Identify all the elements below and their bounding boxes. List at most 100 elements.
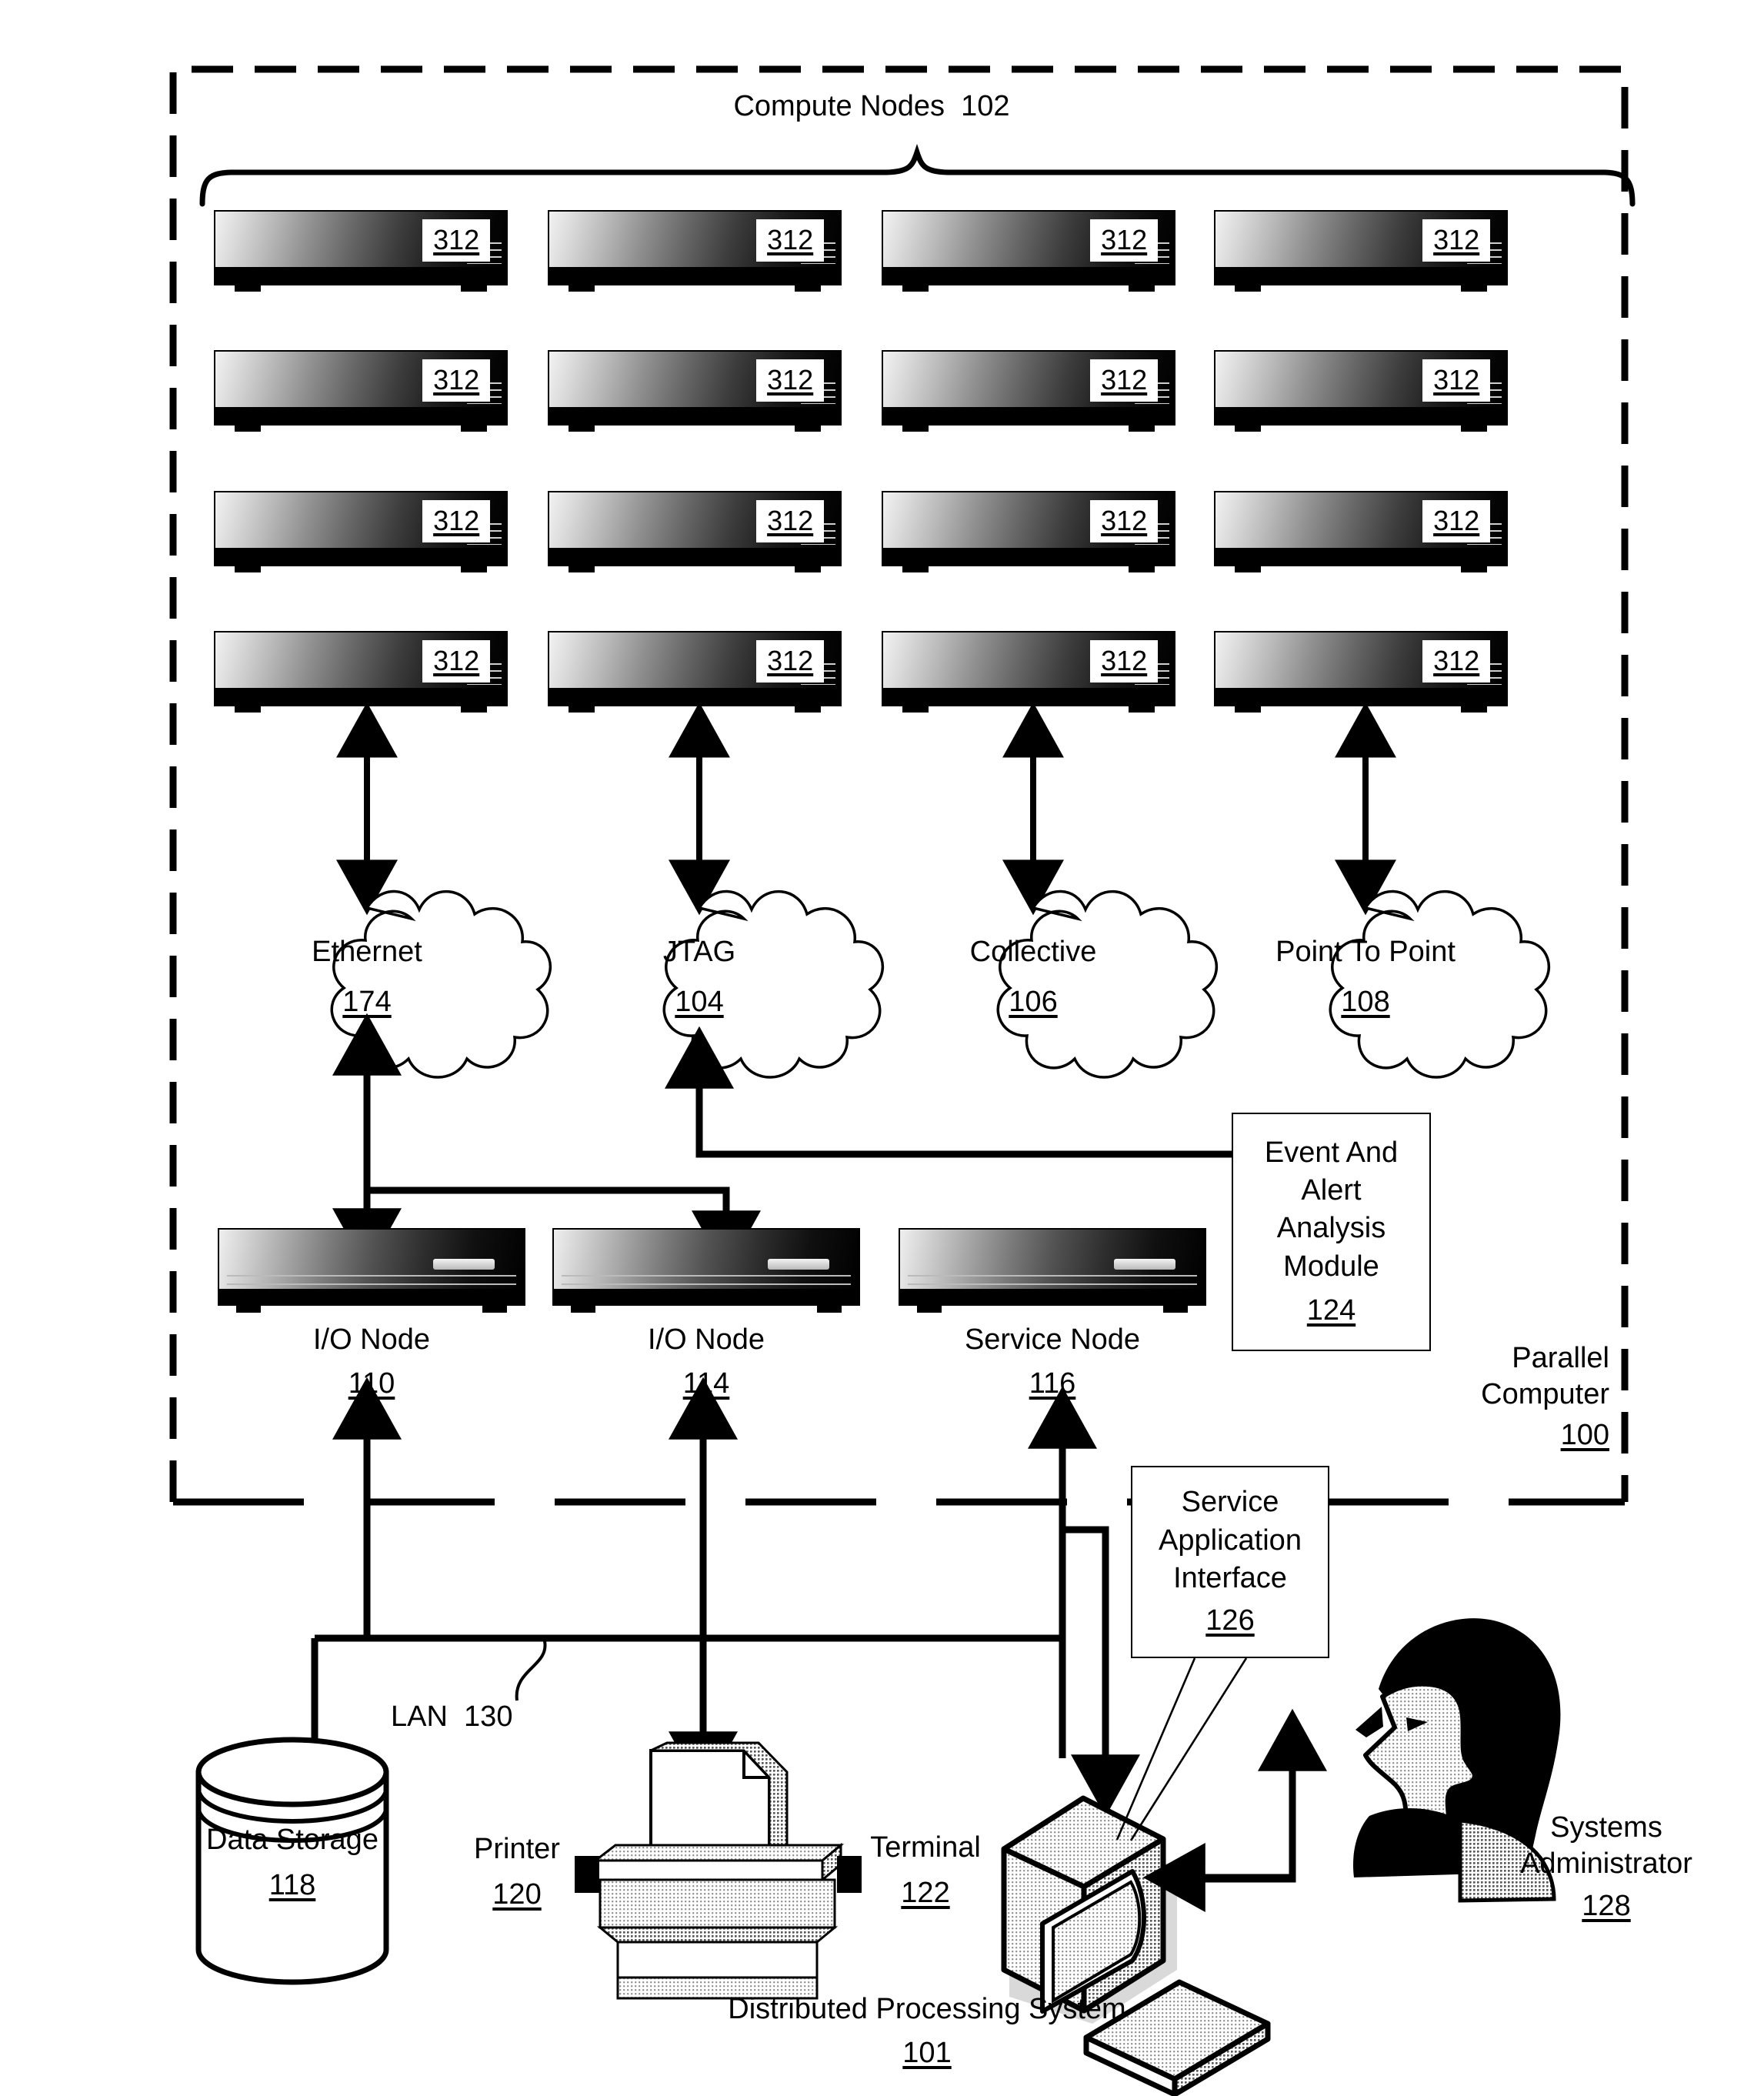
compute-node-base	[214, 548, 508, 566]
compute-node-ref-tag: 312	[1422, 359, 1491, 402]
service-application-interface-text: Service Application Interface 126	[1132, 1484, 1328, 1640]
network-ref: 108	[1341, 986, 1390, 1019]
network-ref: 174	[342, 986, 392, 1019]
compute-node[interactable]: 312	[1214, 210, 1508, 292]
event-alert-analysis-module-box[interactable]: Event And Alert Analysis Module 124	[1232, 1113, 1431, 1351]
compute-node-foot-right	[794, 704, 822, 713]
data-storage-ref: 118	[268, 1869, 316, 1902]
admin-line-2: Administrator	[1520, 1847, 1692, 1881]
io-node-114-graphic[interactable]	[552, 1228, 860, 1313]
compute-node-foot-right	[1460, 283, 1488, 292]
parallel-computer-line-1: Parallel	[1512, 1342, 1609, 1374]
service-node-116-graphic[interactable]	[899, 1228, 1206, 1313]
module-ref: 126	[1205, 1604, 1255, 1637]
compute-node-foot-right	[1460, 423, 1488, 432]
compute-node-foot-right	[1128, 283, 1155, 292]
compute-node-foot-right	[794, 564, 822, 572]
compute-node-base	[882, 407, 1175, 426]
compute-node-foot-right	[1128, 704, 1155, 713]
compute-node-ref-tag: 312	[422, 499, 491, 542]
compute-node[interactable]: 312	[214, 350, 508, 432]
compute-nodes-ref: 102	[961, 90, 1010, 122]
compute-node-base	[214, 688, 508, 706]
diagram-vector-layer	[169, 65, 1636, 2096]
io-node-vents	[227, 1274, 516, 1289]
compute-node[interactable]: 312	[882, 350, 1175, 432]
compute-node-ref-tag: 312	[756, 219, 825, 262]
compute-node-foot-right	[1128, 564, 1155, 572]
network-ref: 106	[1009, 986, 1058, 1019]
compute-node-base	[1214, 548, 1508, 566]
compute-node-foot-left	[234, 423, 262, 432]
compute-node-foot-left	[234, 704, 262, 713]
compute-nodes-title: Compute Nodes 102	[679, 88, 1064, 125]
compute-node-ref-tag: 312	[1090, 499, 1159, 542]
compute-node[interactable]: 312	[548, 491, 842, 572]
io-node-110-label: I/O Node 110	[233, 1322, 510, 1402]
parallel-computer-line-2: Computer	[1481, 1378, 1609, 1411]
compute-node-foot-left	[1234, 704, 1262, 713]
network-name: Collective	[969, 936, 1097, 968]
compute-node[interactable]: 312	[214, 491, 508, 572]
network-label-point-to-point: Point To Point 108	[1227, 934, 1504, 1020]
module-line-3: Analysis	[1276, 1212, 1386, 1245]
io-node-name: I/O Node	[312, 1323, 431, 1356]
compute-node-ref-tag: 312	[1090, 639, 1159, 683]
compute-node-base	[1214, 407, 1508, 426]
compute-node-base	[882, 267, 1175, 285]
compute-node-base	[548, 548, 842, 566]
io-node-foot-left	[571, 1304, 595, 1313]
systems-administrator-label: Systems Administrator 128	[1468, 1810, 1745, 1924]
compute-node-foot-left	[902, 564, 929, 572]
compute-node-base	[214, 407, 508, 426]
compute-node[interactable]: 312	[548, 350, 842, 432]
compute-node-base	[882, 548, 1175, 566]
compute-nodes-title-text: Compute Nodes	[733, 90, 945, 122]
compute-node[interactable]: 312	[214, 631, 508, 713]
network-label-ethernet: Ethernet 174	[228, 934, 505, 1020]
compute-node-ref-tag: 312	[1422, 639, 1491, 683]
compute-node[interactable]: 312	[882, 631, 1175, 713]
module-line-3: Interface	[1173, 1562, 1287, 1594]
compute-node-foot-right	[460, 564, 488, 572]
compute-node[interactable]: 312	[548, 210, 842, 292]
io-node-name: I/O Node	[647, 1323, 765, 1356]
figure-bottom-title: Distributed Processing System 101	[504, 1991, 1350, 2071]
io-node-114-label: I/O Node 114	[568, 1322, 845, 1402]
compute-node[interactable]: 312	[1214, 350, 1508, 432]
lan-label: LAN 130	[391, 1699, 645, 1735]
data-storage-label: Data Storage 118	[177, 1822, 408, 1904]
compute-node[interactable]: 312	[1214, 491, 1508, 572]
compute-node[interactable]: 312	[214, 210, 508, 292]
network-name: Ethernet	[312, 936, 422, 968]
network-label-collective: Collective 106	[895, 934, 1172, 1020]
compute-node-foot-left	[568, 423, 595, 432]
compute-node[interactable]: 312	[882, 491, 1175, 572]
network-ref: 104	[675, 986, 724, 1019]
compute-node-foot-left	[1234, 564, 1262, 572]
io-node-foot-right	[817, 1304, 842, 1313]
io-node-110-graphic[interactable]	[218, 1228, 525, 1313]
figure-bottom-title-ref: 101	[902, 2037, 952, 2070]
io-node-foot-right	[482, 1304, 507, 1313]
service-node-foot-left	[917, 1304, 942, 1313]
compute-node-base	[1214, 267, 1508, 285]
compute-nodes-brace	[199, 143, 1636, 207]
service-node-name: Service Node	[964, 1323, 1141, 1356]
compute-node-ref-tag: 312	[756, 639, 825, 683]
io-node-base	[218, 1289, 525, 1307]
compute-node-foot-left	[1234, 283, 1262, 292]
parallel-computer-ref: 100	[1560, 1419, 1609, 1452]
printer-name: Printer	[474, 1833, 560, 1865]
module-line-1: Service	[1181, 1486, 1279, 1519]
compute-node[interactable]: 312	[548, 631, 842, 713]
compute-node-foot-left	[902, 704, 929, 713]
compute-node[interactable]: 312	[882, 210, 1175, 292]
compute-node-ref-tag: 312	[1422, 219, 1491, 262]
service-application-interface-box[interactable]: Service Application Interface 126	[1131, 1466, 1329, 1658]
compute-node-base	[1214, 688, 1508, 706]
service-node-vents	[908, 1274, 1197, 1289]
compute-node-foot-right	[1460, 704, 1488, 713]
compute-node[interactable]: 312	[1214, 631, 1508, 713]
admin-ref: 128	[1582, 1890, 1631, 1923]
